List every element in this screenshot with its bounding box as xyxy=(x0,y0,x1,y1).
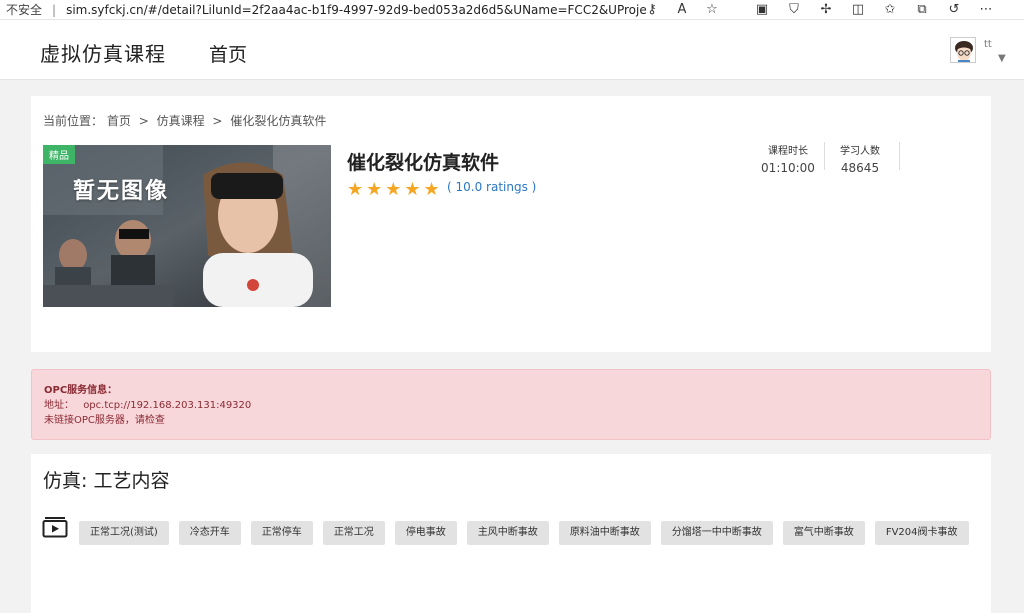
collections-icon[interactable]: ⧉ xyxy=(914,2,930,18)
favorites-icon[interactable]: ✩ xyxy=(882,2,898,18)
stat-label: 课程时长 xyxy=(768,146,808,157)
rating-text[interactable]: ( 10.0 ratings ) xyxy=(447,180,536,194)
sim-tab-normal-operation[interactable]: 正常工况 xyxy=(322,521,385,545)
sim-tab-normal-shutdown[interactable]: 正常停车 xyxy=(250,521,313,545)
key-icon[interactable]: ⚷ xyxy=(644,2,660,18)
vr-photo xyxy=(43,145,331,307)
site-header: 虚拟仿真课程 首页 tt ▼ xyxy=(0,20,1024,80)
rating-stars: ★★★★★ xyxy=(347,179,443,200)
stat-divider xyxy=(824,142,825,170)
address-bar-actions: ⚷ A ☆ xyxy=(644,0,720,20)
more-icon[interactable]: ⋯ xyxy=(978,2,994,18)
play-video-icon xyxy=(42,517,68,538)
site-title[interactable]: 虚拟仿真课程 xyxy=(40,38,166,67)
simulation-heading: 仿真: 工艺内容 xyxy=(43,470,170,492)
browser-toolbar: ▣ ⛉ ✢ ◫ ✩ ⧉ ↺ ⋯ xyxy=(754,0,994,20)
stat-value: 01:10:00 xyxy=(761,161,815,175)
sim-tab-power-failure[interactable]: 停电事故 xyxy=(394,521,457,545)
breadcrumb-prefix: 当前位置： xyxy=(43,114,104,128)
breadcrumb-courses[interactable]: 仿真课程 xyxy=(157,114,205,128)
stat-learners: 学习人数 48645 xyxy=(827,142,893,175)
course-card: 当前位置： 首页 > 仿真课程 > 催化裂化仿真软件 精品 暂无图像 催化裂化仿… xyxy=(31,96,991,352)
course-title: 催化裂化仿真软件 xyxy=(347,152,500,174)
breadcrumb-separator: > xyxy=(212,114,223,128)
read-aloud-icon[interactable]: A xyxy=(674,2,690,18)
stat-value: 48645 xyxy=(840,161,880,175)
avatar[interactable] xyxy=(950,37,976,63)
sim-tab-cold-start[interactable]: 冷态开车 xyxy=(178,521,241,545)
sim-tab-rich-gas-failure[interactable]: 富气中断事故 xyxy=(782,521,865,545)
nav-home-link[interactable]: 首页 xyxy=(209,40,247,67)
simulation-tabs: 正常工况(测试) 冷态开车 正常停车 正常工况 停电事故 主风中断事故 原料油中… xyxy=(79,521,969,545)
opc-address-line: 地址： opc.tcp://192.168.203.131:49320 xyxy=(44,398,990,413)
sim-tab-fv204-valve-stuck[interactable]: FV204阀卡事故 xyxy=(874,521,969,545)
security-label[interactable]: 不安全 xyxy=(0,1,42,18)
avatar-image xyxy=(951,38,975,62)
address-separator: | xyxy=(52,2,57,17)
address-url[interactable]: sim.syfckj.cn/#/detail?LilunId=2f2aa4ac-… xyxy=(66,3,646,17)
puzzle-icon[interactable]: ✢ xyxy=(818,2,834,18)
user-name[interactable]: tt xyxy=(984,39,992,50)
breadcrumb-separator: > xyxy=(138,114,149,128)
no-image-text: 暂无图像 xyxy=(73,179,170,204)
premium-badge: 精品 xyxy=(43,145,75,164)
extension-icon[interactable]: ▣ xyxy=(754,2,770,18)
opc-title: OPC服务信息： xyxy=(44,385,118,396)
opc-alert: OPC服务信息： 地址： opc.tcp://192.168.203.131:4… xyxy=(31,369,991,440)
sim-tab-fractionator-failure[interactable]: 分馏塔一中中断事故 xyxy=(660,521,773,545)
sim-tab-normal-test[interactable]: 正常工况(测试) xyxy=(79,521,169,545)
simulation-panel: 仿真: 工艺内容 正常工况(测试) 冷态开车 正常停车 正常工况 停电事故 主风… xyxy=(31,454,991,613)
stat-label: 学习人数 xyxy=(840,146,880,157)
sim-tab-feed-oil-failure[interactable]: 原料油中断事故 xyxy=(558,521,651,545)
shield-icon[interactable]: ⛉ xyxy=(786,2,802,18)
opc-address-label: 地址： xyxy=(44,400,74,411)
favorite-star-icon[interactable]: ☆ xyxy=(704,2,720,18)
sim-tab-main-air-failure[interactable]: 主风中断事故 xyxy=(466,521,549,545)
opc-address: opc.tcp://192.168.203.131:49320 xyxy=(83,400,252,411)
breadcrumb-home[interactable]: 首页 xyxy=(107,114,131,128)
caret-down-icon[interactable]: ▼ xyxy=(998,53,1006,64)
course-cover-image[interactable]: 精品 暂无图像 xyxy=(43,145,331,307)
stat-course-duration: 课程时长 01:10:00 xyxy=(755,142,821,175)
breadcrumb: 当前位置： 首页 > 仿真课程 > 催化裂化仿真软件 xyxy=(43,112,330,129)
stat-divider xyxy=(899,142,900,170)
opc-status: 未链接OPC服务器，请检查 xyxy=(44,415,165,426)
history-icon[interactable]: ↺ xyxy=(946,2,962,18)
split-screen-icon[interactable]: ◫ xyxy=(850,2,866,18)
breadcrumb-current: 催化裂化仿真软件 xyxy=(230,114,327,128)
